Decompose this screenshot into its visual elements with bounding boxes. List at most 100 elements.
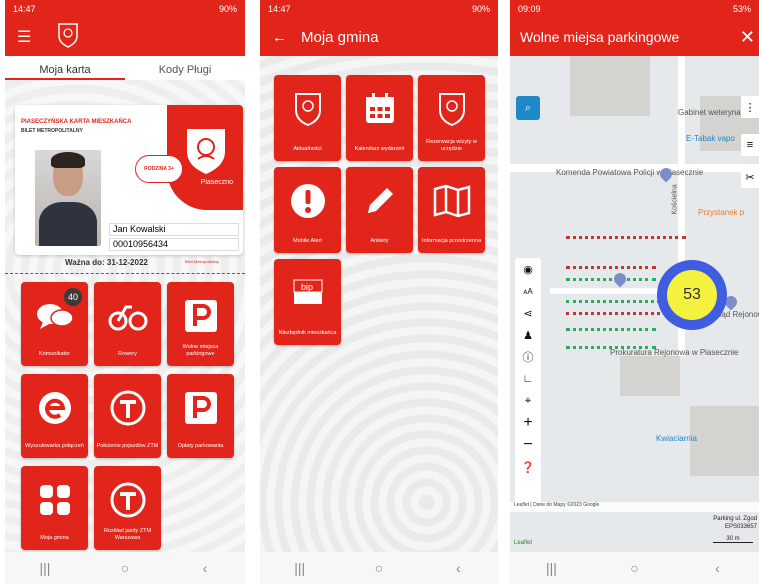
screen-parking-map: 09:09 53% Wolne miejsa parkingowe ✕ Kome… <box>510 0 759 584</box>
crest-logo-icon <box>57 22 79 53</box>
calendar-icon <box>363 89 397 129</box>
layers-icon[interactable]: ⋮ <box>741 96 759 118</box>
tile-komunikator[interactable]: 40 Komunikator <box>21 282 88 366</box>
leaflet-link[interactable]: Leaflet <box>514 540 532 546</box>
tile-rezerwacja[interactable]: Rezerwacja wizyty w urzędzie <box>418 75 485 161</box>
tile-moja-gmina[interactable]: Moja gmina <box>21 466 88 550</box>
parking-info: Parking ul. Zgod EPS033657 <box>713 515 757 531</box>
back-icon[interactable]: ‹ <box>443 560 473 576</box>
tile-oplaty-parkowania[interactable]: Opłaty parkowania <box>167 374 234 458</box>
tile-kalendarz[interactable]: Kalendarz wydarzeń <box>346 75 413 161</box>
system-nav-bar: ||| ○ ‹ <box>260 552 498 584</box>
tile-label: Ankiety <box>370 238 389 244</box>
alert-icon <box>290 181 326 221</box>
recent-apps-icon[interactable]: ||| <box>537 560 567 576</box>
list-icon[interactable]: ≡ <box>741 134 759 156</box>
tile-rozklad-jazdy[interactable]: Rozkład jazdy ZTM Warszawa <box>94 466 161 550</box>
ztm-logo-icon <box>110 480 146 520</box>
help-icon[interactable]: ❓ <box>515 456 541 478</box>
system-nav-bar: ||| ○ ‹ <box>510 552 759 584</box>
status-bar: 09:09 53% <box>510 0 759 18</box>
zoom-out-button[interactable]: − <box>515 434 541 456</box>
parking-icon <box>183 296 219 336</box>
tile-label: Aktualności <box>293 146 322 152</box>
share-icon[interactable]: ⋖ <box>515 302 541 324</box>
tile-label: Rowery <box>118 351 137 357</box>
menu-icon[interactable]: ☰ <box>17 27 31 47</box>
tile-label: Wyszukiwarka połączeń <box>25 443 84 449</box>
grid-icon <box>38 480 72 520</box>
map-toolbar: ◉ ᴀA ⋖ ♟ ⓘ ∟ ⌖ + − ❓ <box>515 258 541 506</box>
tile-informacja-przestrzenna[interactable]: Informacja przestrzenna <box>418 167 485 253</box>
search-icon: ⌕ <box>524 101 532 114</box>
tab-moja-karta[interactable]: Moja karta <box>5 56 125 80</box>
tile-ankiety[interactable]: Ankiety <box>346 167 413 253</box>
font-size-icon[interactable]: ᴀA <box>515 280 541 302</box>
status-time: 14:47 <box>13 4 36 14</box>
tools-icon[interactable]: ✂ <box>741 166 759 188</box>
map-icon <box>433 181 471 221</box>
recent-apps-icon[interactable]: ||| <box>30 560 60 576</box>
map-scale: 30 m <box>713 536 753 543</box>
unread-badge: 40 <box>64 288 82 306</box>
info-icon[interactable]: ⓘ <box>515 346 541 368</box>
tile-label: Kalendarz wydarzeń <box>354 146 405 152</box>
recent-apps-icon[interactable]: ||| <box>285 560 315 576</box>
status-bar: 14:47 90% <box>260 0 498 18</box>
measure-icon[interactable]: ∟ <box>515 368 541 390</box>
city-crest-icon <box>183 125 229 177</box>
eye-icon[interactable]: ◉ <box>515 258 541 280</box>
status-time: 09:09 <box>518 4 541 14</box>
tile-niezbednik[interactable]: bip Niezbędnik mieszkańca <box>274 259 341 345</box>
tile-label: Informacja przestrzenna <box>422 238 481 244</box>
parking-icon <box>183 388 219 428</box>
tile-label: Rezerwacja wizyty w urzędzie <box>426 139 477 152</box>
card-valid-until: Ważna do: 31-12-2022 <box>65 258 148 267</box>
back-arrow-icon[interactable]: ← <box>272 29 287 46</box>
tile-label: Niezbędnik mieszkańca <box>278 330 337 336</box>
resident-photo <box>35 150 101 246</box>
screen-moja-karta: 14:47 90% ☰ Moja karta Kody Pługi PIASEC… <box>5 0 245 584</box>
crest-icon <box>437 89 467 129</box>
status-battery: 53% <box>732 4 751 14</box>
tile-aktualnosci[interactable]: Aktualności <box>274 75 341 161</box>
page-title: Moja gmina <box>301 28 379 46</box>
bip-logo-icon: bip <box>290 273 326 313</box>
tile-label: Komunikator <box>39 351 70 357</box>
tile-mobile-alert[interactable]: Mobile Alert <box>274 167 341 253</box>
home-icon[interactable]: ○ <box>110 560 140 576</box>
card-subtitle: BILET METROPOLITALNY <box>21 128 83 134</box>
zoom-in-button[interactable]: + <box>515 412 541 434</box>
tile-label: Moja gmina <box>40 535 69 541</box>
app-bar: Wolne miejsa parkingowe ✕ <box>510 18 759 56</box>
locate-icon[interactable]: ⌖ <box>515 390 541 412</box>
status-time: 14:47 <box>268 4 291 14</box>
e-logo-icon <box>37 388 73 428</box>
tile-polozenie-pojazdow[interactable]: Położenie pojazdów ZTM <box>94 374 161 458</box>
map-label-kwiaciarnia: Kwiaciarnia <box>656 434 697 443</box>
back-icon[interactable]: ‹ <box>703 560 733 576</box>
pegman-icon[interactable]: ♟ <box>515 324 541 346</box>
home-icon[interactable]: ○ <box>620 560 650 576</box>
map-label-etabak: E-Tabak vapo <box>686 134 735 143</box>
parking-cluster-marker[interactable]: 53 <box>657 260 727 330</box>
tile-wolne-miejsca[interactable]: Wolne miejsca parkingowe <box>167 282 234 366</box>
map-attribution: Leaflet | Dane do Mapy ©2023 Google <box>510 502 759 512</box>
cluster-count: 53 <box>667 270 717 320</box>
close-icon[interactable]: ✕ <box>740 27 755 48</box>
tab-kody[interactable]: Kody Pługi <box>125 56 245 80</box>
map-search-button[interactable]: ⌕ <box>516 96 540 120</box>
back-icon[interactable]: ‹ <box>190 560 220 576</box>
tile-label: Rozkład jazdy ZTM Warszawa <box>103 528 152 541</box>
pencil-icon <box>362 181 398 221</box>
location-pin-icon[interactable] <box>611 270 629 288</box>
bilet-metropolitalny-link[interactable]: Bilet Metropolitalny <box>185 259 219 264</box>
home-icon[interactable]: ○ <box>364 560 394 576</box>
tile-wyszukiwarka[interactable]: Wyszukiwarka połączeń <box>21 374 88 458</box>
tile-label: Wolne miejsca parkingowe <box>182 344 219 357</box>
system-nav-bar: ||| ○ ‹ <box>5 552 245 584</box>
tile-rowery[interactable]: Rowery <box>94 282 161 366</box>
app-bar: ☰ <box>5 18 245 56</box>
status-bar: 14:47 90% <box>5 0 245 18</box>
crest-icon <box>293 89 323 129</box>
